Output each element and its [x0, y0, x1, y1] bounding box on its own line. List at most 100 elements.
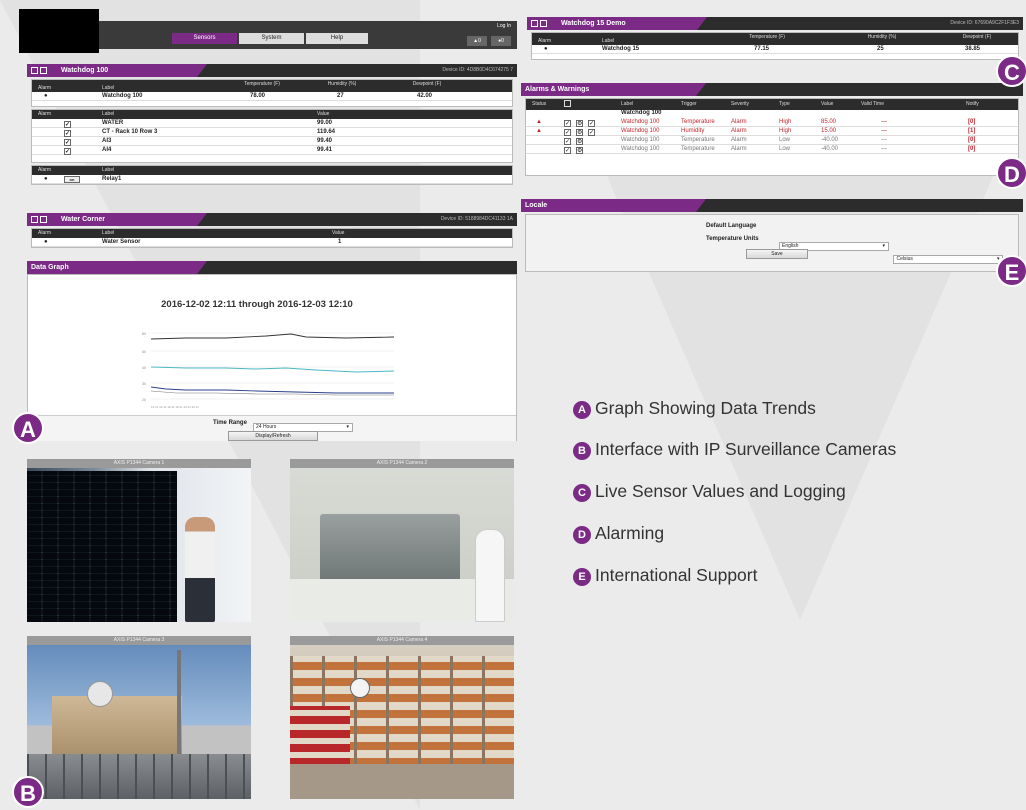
alarm-valid-time: —	[881, 128, 887, 134]
alarm-value: -40.00	[821, 137, 839, 143]
panel-header: Watchdog 100 Device ID: 4D8B0D4C674275 7	[27, 64, 517, 77]
badge-a: A	[12, 412, 44, 444]
alarm-trigger: Humidity	[681, 128, 705, 134]
alarm-row[interactable]: ✓ ⚙ Watchdog 100 Temperature Alarm Low -40.00—…	[526, 136, 1018, 145]
temperature-units-label: Temperature Units	[706, 236, 759, 242]
warning-count[interactable]: ●0	[491, 36, 511, 46]
badge-d: D	[996, 157, 1026, 189]
camera-caption: AXIS P1344 Camera 4	[290, 636, 514, 645]
relay-label: Relay1	[102, 176, 122, 182]
worker-figure	[475, 529, 505, 622]
series-humidity	[150, 386, 394, 394]
dewpoint-value: 38.85	[965, 46, 981, 52]
alarm-notify[interactable]: [0]	[968, 146, 975, 152]
alarm-trigger: Temperature	[681, 137, 715, 143]
tab-system[interactable]: System	[239, 33, 304, 44]
y-tick-label: 40	[142, 366, 146, 370]
col-severity: Severity	[731, 101, 750, 107]
camera-feed-2[interactable]: AXIS P1344 Camera 2	[290, 459, 514, 622]
panel-tab: Alarms & Warnings	[521, 83, 696, 96]
logo-redacted	[19, 9, 99, 53]
language-label: Default Language	[706, 223, 757, 229]
time-range-value: 24 Hours	[256, 424, 277, 431]
relay-switch[interactable]: on	[64, 176, 80, 183]
watchdog-100-panel: Watchdog 100 Device ID: 4D8B0D4C674275 7…	[27, 64, 517, 204]
sensor-label: CT - Rack 10 Row 3	[102, 129, 158, 135]
camera-feed-1[interactable]: AXIS P1344 Camera 1	[27, 459, 251, 622]
expand-icon[interactable]	[531, 19, 538, 27]
panel-title: Data Graph	[31, 264, 69, 271]
table-row[interactable]: ✓ AI4 99.41	[32, 146, 512, 155]
panel-tab: Water Corner	[27, 213, 197, 226]
camera-feed-4[interactable]: AXIS P1344 Camera 4	[290, 636, 514, 799]
table-row[interactable]: ● Watchdog 100 78.00 27 42.00	[32, 92, 512, 101]
sensor-value: 99.41	[317, 147, 333, 153]
alarms-panel: Alarms & Warnings Status Label Trigger S…	[521, 83, 1023, 180]
expand-icon[interactable]	[31, 215, 38, 223]
graph-icon[interactable]	[40, 215, 47, 223]
server-racks-image	[27, 471, 177, 622]
table-header: Alarm Label Value	[32, 229, 512, 238]
alarm-notify[interactable]: [0]	[968, 137, 975, 143]
alarm-notify[interactable]: [0]	[968, 119, 975, 125]
legend-text: Graph Showing Data Trends	[595, 398, 816, 418]
alarm-value: 85.00	[821, 119, 837, 125]
satellite-dish	[87, 681, 113, 707]
alarm-count[interactable]: ▲0	[467, 36, 487, 46]
legend-item: B Interface with IP Surveillance Cameras	[573, 439, 896, 460]
table-row[interactable]: ✓ AI3 99.40	[32, 137, 512, 146]
graph-body: 2016-12-02 12:11 through 2016-12-03 12:1…	[27, 274, 517, 441]
data-graph-panel: Data Graph 2016-12-02 12:11 through 2016…	[27, 261, 517, 441]
graph-icon[interactable]	[40, 66, 47, 74]
tab-sensors[interactable]: Sensors	[172, 33, 237, 44]
temperature-units-select[interactable]: Celsius ▾	[893, 255, 1004, 265]
panel-header: Water Corner Device ID: 5188984DC41133 1…	[27, 213, 517, 226]
panel-title: Watchdog 100	[60, 67, 109, 74]
display-refresh-button[interactable]: Display/Refresh	[228, 431, 318, 441]
table-header: Alarm Label Temperature (F) Humidity (%)…	[32, 80, 512, 92]
alarm-dot: ●	[544, 46, 548, 52]
expand-icon[interactable]	[31, 66, 38, 74]
alarm-row[interactable]: ▲ ✓ ⚙ ✓ Watchdog 100 Humidity Alarm High 15.00—[…	[526, 127, 1018, 136]
alarm-status-icon: ▲	[536, 128, 542, 134]
col-label: Label	[602, 38, 615, 44]
badge-e: E	[996, 255, 1026, 287]
alarm-label: Watchdog 100	[621, 128, 660, 134]
series-temperature	[150, 333, 395, 340]
col-value: Value	[317, 111, 330, 117]
alarm-dot: ●	[44, 176, 48, 182]
table-row[interactable]: ● Water Sensor 1	[32, 238, 512, 247]
alarm-row[interactable]: ✓ ⚙ Watchdog 100 Temperature Alarm Low -40.00—…	[526, 145, 1018, 154]
graph-controls: Time Range 24 Hours ▾ Display/Refresh	[28, 415, 516, 441]
col-alarm: Alarm	[38, 85, 52, 91]
panel-title: Alarms & Warnings	[525, 86, 590, 93]
locale-panel: Locale Default Language English ▾ Tempera…	[521, 199, 1023, 275]
water-table: Alarm Label Value ● Water Sensor 1	[31, 228, 513, 248]
top-nav: Sensors System Help Log In ▲0 ●0	[19, 9, 517, 53]
legend-text: Alarming	[595, 523, 665, 543]
alarm-row[interactable]: ▲ ✓ ⚙ ✓ Watchdog 100 Temperature Alarm High 85.0…	[526, 118, 1018, 127]
save-button[interactable]: Save	[746, 249, 808, 259]
camera-feed-3[interactable]: AXIS P1344 Camera 3	[27, 636, 251, 799]
panel-title: Locale	[525, 202, 548, 209]
table-row[interactable]: ✓ WATER 99.00	[32, 119, 512, 128]
add-alarm-icon[interactable]	[564, 100, 571, 107]
railing	[27, 754, 251, 799]
login-link[interactable]: Log In	[497, 23, 511, 29]
alarms-table: Status Label Trigger Severity Type Value…	[525, 98, 1019, 176]
col-status: Status	[532, 101, 547, 107]
col-value: Value	[332, 230, 345, 236]
table-row[interactable]: ● Watchdog 15 77.15 25 38.85	[532, 45, 1018, 54]
tab-help[interactable]: Help	[306, 33, 368, 44]
shelter-building-image	[52, 696, 182, 756]
table-row[interactable]: ✓ CT - Rack 10 Row 3 119.64	[32, 128, 512, 137]
chevron-down-icon: ▾	[882, 243, 885, 250]
table-row[interactable]: ● on Relay1	[32, 175, 512, 184]
alarm-label: Watchdog 100	[621, 137, 660, 143]
temperature-units-value: Celsius	[896, 256, 913, 263]
graph-icon[interactable]	[540, 19, 547, 27]
alarm-notify[interactable]: [1]	[968, 128, 975, 134]
legend-item: D Alarming	[573, 523, 664, 544]
alarm-trigger: Temperature	[681, 119, 715, 125]
col-humidity: Humidity (%)	[867, 34, 897, 40]
